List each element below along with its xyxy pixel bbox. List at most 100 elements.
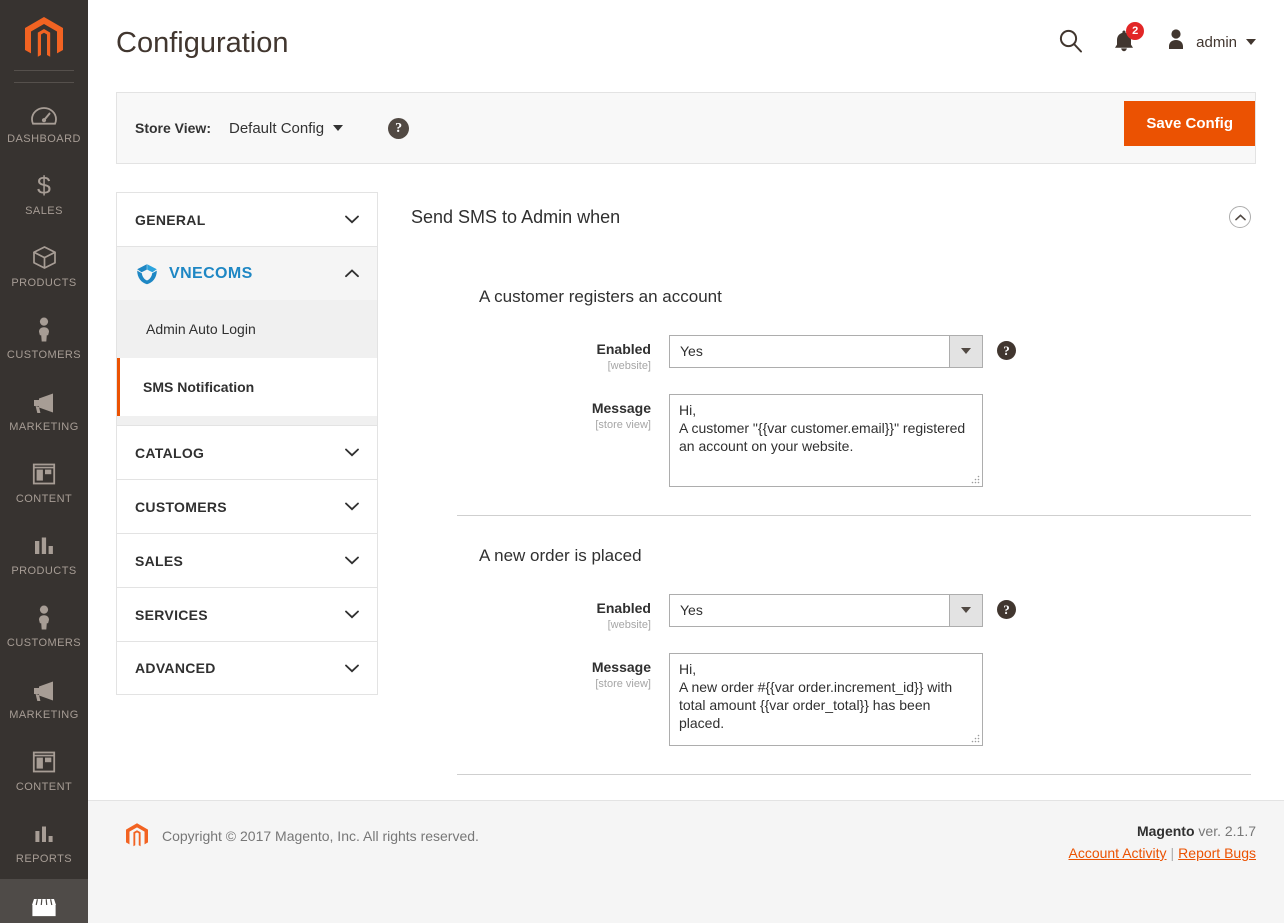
group-new-order: A new order is placed Enabled [website] …	[411, 546, 1251, 746]
chevron-up-icon	[345, 269, 359, 278]
save-config-button[interactable]: Save Config	[1124, 101, 1255, 146]
notifications-button[interactable]: 2	[1113, 21, 1145, 56]
sidebar-item-label: Content	[15, 492, 73, 505]
magento-logo[interactable]	[0, 0, 88, 78]
chevron-down-icon	[345, 664, 359, 672]
sidebar-item-label: Dashboard	[7, 132, 81, 145]
sidebar-item-marketing-2[interactable]: Marketing	[0, 663, 88, 735]
vnecoms-brand: VNECOMS	[135, 262, 253, 286]
config-section-advanced[interactable]: ADVANCED	[116, 641, 378, 695]
config-subsection-vnecoms: Admin Auto Login SMS Notification	[116, 300, 378, 425]
vnecoms-label: VNECOMS	[169, 264, 253, 282]
store-switcher-bar: Store View: Default Config ? Save Config	[116, 92, 1256, 164]
store-view-select[interactable]: Default Config	[229, 119, 344, 137]
group-customer-registers: A customer registers an account Enabled …	[411, 287, 1251, 487]
field-label: Message	[591, 658, 651, 675]
bar-chart-icon	[32, 820, 56, 846]
chevron-down-icon	[345, 215, 359, 224]
config-section-catalog[interactable]: CATALOG	[116, 425, 378, 479]
sidebar-item-content-2[interactable]: Content	[0, 735, 88, 807]
account-activity-link[interactable]: Account Activity	[1068, 845, 1166, 861]
sidebar-item-label: Reports	[15, 852, 73, 865]
footer-links: Account Activity | Report Bugs	[1068, 845, 1256, 861]
field-control: Yes ?	[669, 334, 1016, 368]
bottom-divider	[457, 773, 1251, 775]
layout-page-icon	[32, 460, 56, 486]
magento-logo-icon	[25, 17, 63, 57]
field-control: Yes ?	[669, 593, 1016, 627]
chevron-down-icon	[1246, 39, 1256, 45]
admin-user-menu[interactable]: admin	[1165, 28, 1256, 56]
page-header: Configuration 2 admin	[88, 0, 1284, 92]
sidebar-item-customers-2[interactable]: Customers	[0, 591, 88, 663]
sidebar-item-content[interactable]: Content	[0, 447, 88, 519]
global-search-button[interactable]	[1058, 28, 1083, 56]
field-scope: [store view]	[595, 677, 651, 690]
config-section-customers[interactable]: CUSTOMERS	[116, 479, 378, 533]
config-section-vnecoms[interactable]: VNECOMS	[116, 246, 378, 300]
box-package-icon	[32, 244, 57, 270]
admin-user-name: admin	[1196, 33, 1237, 51]
message-textarea[interactable]: Hi, A new order #{{var order.increment_i…	[669, 652, 983, 746]
dollar-sign-icon: $	[35, 172, 53, 198]
chevron-down-icon	[345, 502, 359, 511]
footer-version-number: ver. 2.1.7	[1194, 823, 1256, 839]
storefront-icon	[31, 892, 57, 918]
user-avatar-icon	[1165, 28, 1187, 56]
person-icon	[35, 604, 53, 630]
config-section-title: ADVANCED	[135, 660, 216, 676]
sidebar-divider	[14, 82, 74, 83]
group-title: A new order is placed	[479, 545, 642, 565]
enabled-select[interactable]: Yes	[669, 334, 983, 368]
field-label-col: Enabled [website]	[479, 335, 669, 372]
field-scope: [store view]	[595, 418, 651, 431]
store-view-help-icon[interactable]: ?	[388, 117, 410, 139]
sidebar-item-reports[interactable]: Reports	[0, 807, 88, 879]
sidebar-item-sales[interactable]: $ Sales	[0, 159, 88, 231]
report-bugs-link[interactable]: Report Bugs	[1178, 845, 1256, 861]
field-label: Enabled	[596, 340, 651, 357]
sidebar-item-products-2[interactable]: Products	[0, 519, 88, 591]
admin-sidebar: Dashboard $ Sales Products Customers Mar…	[0, 0, 88, 923]
chevron-down-icon	[333, 125, 344, 131]
field-label-col: Enabled [website]	[479, 594, 669, 631]
group-title: A customer registers an account	[479, 286, 722, 306]
field-help-icon[interactable]: ?	[997, 340, 1016, 360]
sidebar-item-products[interactable]: Products	[0, 231, 88, 303]
sidebar-item-label: Sales	[25, 204, 63, 217]
enabled-select[interactable]: Yes	[669, 593, 983, 627]
sidebar-item-label: Content	[15, 780, 73, 793]
chevron-down-icon	[345, 448, 359, 457]
config-nav-item-admin-auto-login[interactable]: Admin Auto Login	[117, 300, 377, 358]
field-help-icon[interactable]: ?	[997, 599, 1016, 619]
chevron-up-circle-icon	[1234, 214, 1246, 221]
config-section-title: CATALOG	[135, 444, 205, 461]
config-section-general[interactable]: GENERAL	[116, 192, 378, 246]
message-textarea[interactable]: Hi, A customer "{{var customer.email}}" …	[669, 393, 983, 487]
footer-link-separator: |	[1170, 845, 1175, 861]
store-view-value: Default Config	[229, 119, 325, 137]
config-section-title: CUSTOMERS	[135, 498, 227, 515]
megaphone-icon	[31, 388, 57, 414]
config-section-services[interactable]: SERVICES	[116, 587, 378, 641]
person-icon	[35, 316, 53, 342]
config-section-sales[interactable]: SALES	[116, 533, 378, 587]
sidebar-item-stores[interactable]: Stores	[0, 879, 88, 923]
search-icon	[1058, 28, 1083, 56]
footer-version: Magento ver. 2.1.7	[1068, 823, 1256, 839]
chevron-down-icon	[345, 610, 359, 619]
chevron-down-icon[interactable]	[949, 594, 982, 626]
page-title: Configuration	[116, 27, 289, 59]
sidebar-item-marketing[interactable]: Marketing	[0, 375, 88, 447]
field-scope: [website]	[607, 618, 651, 631]
footer-version-brand: Magento	[1136, 823, 1195, 839]
sidebar-item-customers[interactable]: Customers	[0, 303, 88, 375]
config-nav-item-sms-notification[interactable]: SMS Notification	[117, 358, 377, 416]
enabled-select-value: Yes	[680, 343, 703, 360]
fieldset-collapse-toggle[interactable]	[1229, 206, 1251, 229]
config-nav: GENERAL VNECOMS Admin Auto Login SMS Not…	[116, 192, 378, 775]
sidebar-item-dashboard[interactable]: Dashboard	[0, 87, 88, 159]
chevron-down-icon[interactable]	[949, 335, 982, 367]
vnecoms-logo-icon	[137, 263, 157, 284]
field-control: Hi, A customer "{{var customer.email}}" …	[669, 393, 983, 487]
